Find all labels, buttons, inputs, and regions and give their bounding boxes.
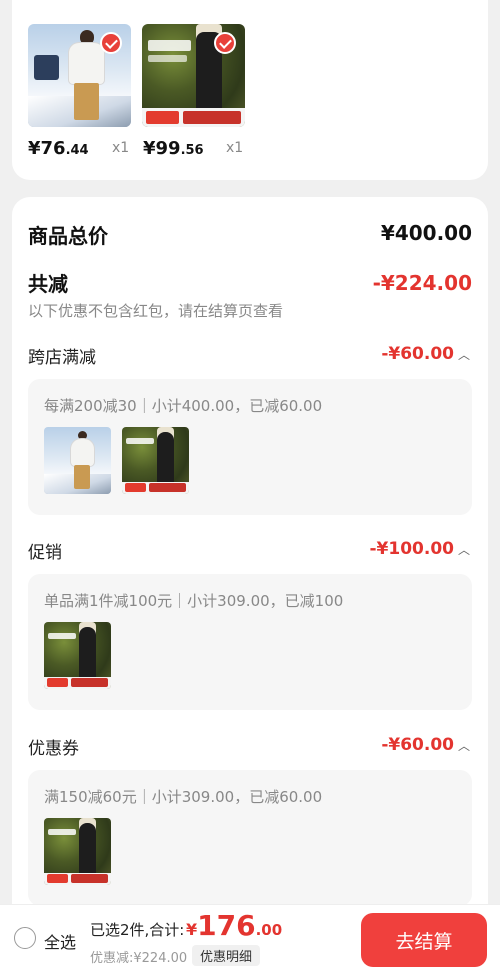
total-price-label: 商品总价 <box>28 224 108 248</box>
section-title-promotion: 促销 <box>28 543 62 563</box>
item-price: ¥99.56 <box>143 138 204 159</box>
chevron-up-icon[interactable]: ︿ <box>458 737 470 754</box>
item-quantity: x1 <box>226 140 244 156</box>
total-reduce-label: 共减 <box>28 272 68 296</box>
total-reduce-value: -¥224.00 <box>372 271 472 295</box>
chevron-up-icon[interactable]: ︿ <box>458 346 470 363</box>
discount-summary: 优惠减:¥224.00 <box>90 951 188 966</box>
discount-note: 以下优惠不包含红包，请在结算页查看 <box>28 302 284 320</box>
product-thumb-pants[interactable] <box>44 622 111 689</box>
section-value-coupon: -¥60.00 <box>381 735 454 755</box>
checkout-button[interactable]: 去结算 <box>361 913 487 967</box>
selected-count-text: 已选2件,合计: <box>90 921 185 939</box>
selected-items-card: ¥76.44 x1 ¥99.56 x1 <box>12 0 488 180</box>
discount-breakdown-card: 商品总价 ¥400.00 共减 -¥224.00 以下优惠不包含红包，请在结算页… <box>12 197 488 927</box>
selected-check-icon[interactable] <box>100 32 122 54</box>
selected-check-icon[interactable] <box>214 32 236 54</box>
cross-store-rule: 每满200减30｜小计400.00，已减60.00 <box>44 397 323 415</box>
section-title-coupon: 优惠券 <box>28 739 79 759</box>
product-thumb-shirt[interactable] <box>44 427 111 494</box>
section-value-promotion: -¥100.00 <box>369 539 455 559</box>
promotion-rule: 单品满1件减100元｜小计309.00，已减100 <box>44 592 344 610</box>
checkout-bar: 全选 已选2件,合计: ¥176.00 优惠减:¥224.00 优惠明细 去结算 <box>0 904 500 968</box>
select-all-label[interactable]: 全选 <box>44 929 76 953</box>
select-all-radio[interactable] <box>14 927 36 949</box>
cross-store-panel: 每满200减30｜小计400.00，已减60.00 <box>28 379 472 515</box>
item-price: ¥76.44 <box>28 138 89 159</box>
coupon-rule: 满150减60元｜小计309.00，已减60.00 <box>44 788 323 806</box>
promotion-panel: 单品满1件减100元｜小计309.00，已减100 <box>28 574 472 710</box>
order-total: ¥176.00 <box>186 909 283 942</box>
discount-detail-button[interactable]: 优惠明细 <box>192 945 261 966</box>
item-quantity: x1 <box>112 140 130 156</box>
product-thumb-pants[interactable] <box>122 427 189 494</box>
product-thumb-pants[interactable] <box>44 818 111 885</box>
coupon-panel: 满150减60元｜小计309.00，已减60.00 <box>28 770 472 906</box>
section-value-cross-store: -¥60.00 <box>381 344 454 364</box>
section-title-cross-store: 跨店满减 <box>28 348 96 368</box>
chevron-up-icon[interactable]: ︿ <box>458 541 470 558</box>
total-price-value: ¥400.00 <box>380 221 472 245</box>
